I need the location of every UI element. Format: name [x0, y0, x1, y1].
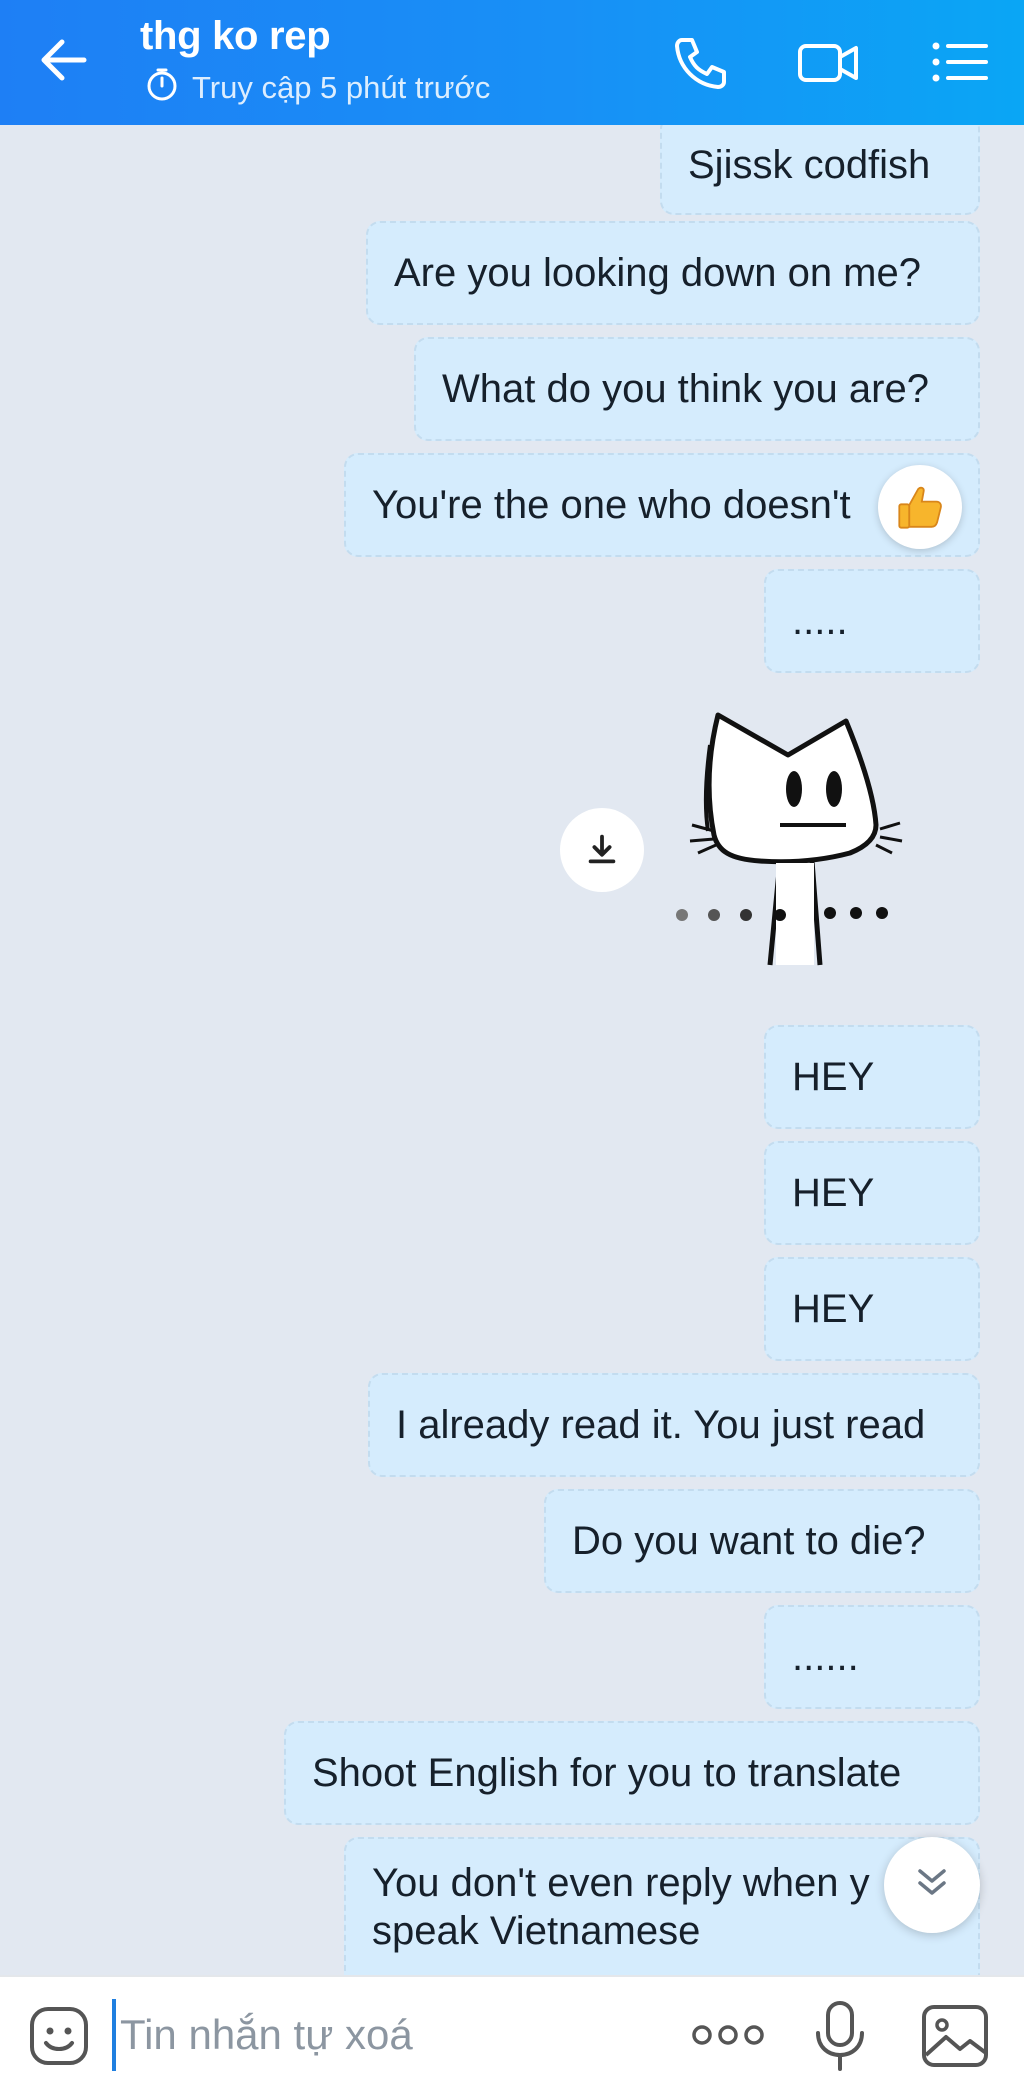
message-bubble[interactable]: You don't even reply when y speak Vietna… — [344, 1837, 980, 1975]
message-input-bar — [0, 1975, 1024, 2091]
contact-name[interactable]: thg ko rep — [140, 14, 331, 59]
message-bubble[interactable]: Sjissk codfish — [660, 125, 980, 215]
message-bubble[interactable]: I already read it. You just read — [368, 1373, 980, 1477]
message-bubble[interactable]: HEY — [764, 1257, 980, 1361]
double-chevron-down-icon — [912, 1863, 952, 1908]
message-bubble[interactable]: Shoot English for you to translate — [284, 1721, 980, 1825]
message-bubble[interactable]: HEY — [764, 1025, 980, 1129]
phone-icon[interactable] — [668, 30, 732, 94]
message-bubble[interactable]: HEY — [764, 1141, 980, 1245]
more-options-icon[interactable] — [690, 2013, 766, 2057]
clock-icon — [144, 66, 180, 110]
image-gallery-icon[interactable] — [920, 2003, 990, 2069]
message-input[interactable] — [112, 1999, 672, 2071]
scroll-to-bottom-button[interactable] — [884, 1837, 980, 1933]
message-bubble[interactable]: ..... — [764, 569, 980, 673]
sticker-emoji-icon[interactable] — [28, 2005, 90, 2067]
chat-header: thg ko rep Truy cập 5 phút trước — [0, 0, 1024, 125]
download-icon[interactable] — [560, 808, 644, 892]
microphone-icon[interactable] — [812, 1999, 868, 2073]
message-bubble[interactable]: What do you think you are? — [414, 337, 980, 441]
message-list[interactable]: Sjissk codfish Are you looking down on m… — [0, 125, 1024, 1975]
thumbs-up-icon[interactable] — [878, 465, 962, 549]
menu-list-icon[interactable] — [928, 30, 992, 94]
back-arrow-icon[interactable] — [34, 30, 94, 90]
message-bubble[interactable]: ...... — [764, 1605, 980, 1709]
video-call-icon[interactable] — [796, 30, 860, 94]
last-seen-status: Truy cập 5 phút trước — [144, 66, 490, 110]
cat-sticker[interactable] — [670, 685, 970, 985]
status-text: Truy cập 5 phút trước — [192, 70, 491, 105]
message-bubble[interactable]: Are you looking down on me? — [366, 221, 980, 325]
message-bubble[interactable]: Do you want to die? — [544, 1489, 980, 1593]
